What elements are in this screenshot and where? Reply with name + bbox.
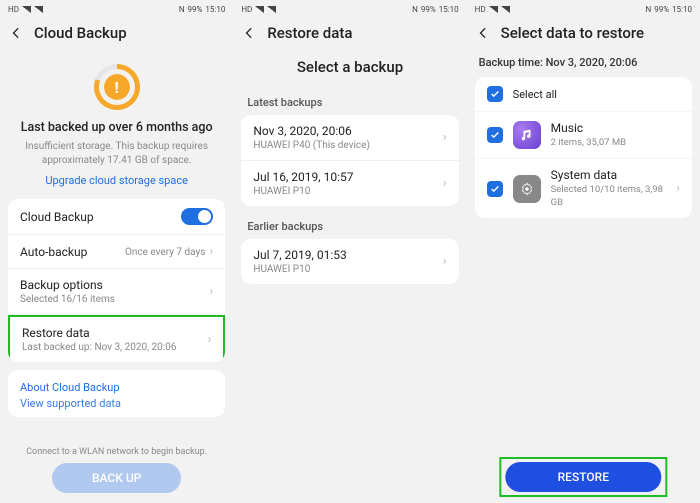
about-card: About Cloud Backup View supported data <box>8 370 225 417</box>
footer: Connect to a WLAN network to begin backu… <box>0 447 233 503</box>
earlier-backups-card: Jul 7, 2019, 01:53 HUAWEI P10 › <box>241 239 458 284</box>
gear-icon <box>513 175 541 203</box>
backup-date: Jul 7, 2019, 01:53 <box>253 248 346 262</box>
checkbox-checked-icon[interactable] <box>487 86 503 102</box>
backup-time-label: Backup time: Nov 3, 2020, 20:06 <box>467 50 700 77</box>
backup-item[interactable]: Jul 7, 2019, 01:53 HUAWEI P10 › <box>241 239 458 284</box>
nfc-icon: N <box>645 5 651 14</box>
backup-button[interactable]: BACK UP <box>52 463 181 493</box>
backup-device: HUAWEI P10 <box>253 186 353 197</box>
data-item-system[interactable]: System data Selected 10/10 items, 3,98 G… <box>475 159 692 218</box>
item-sub: 2 items, 35,07 MB <box>551 137 626 149</box>
music-icon <box>513 121 541 149</box>
back-icon[interactable] <box>10 26 24 40</box>
battery-percent: 99% <box>421 5 436 14</box>
item-name: System data <box>551 168 666 182</box>
signal-icon <box>501 6 510 13</box>
cloud-backup-toggle-row: Cloud Backup <box>8 199 225 235</box>
status-bar: HD N 99% 15:10 <box>233 0 466 18</box>
battery-percent: 99% <box>188 5 203 14</box>
earlier-backups-header: Earlier backups <box>233 214 466 239</box>
signal-icon <box>255 6 264 13</box>
header: Cloud Backup <box>0 18 233 50</box>
screen-select-data: HD N 99% 15:10 Select data to restore Ba… <box>467 0 700 503</box>
item-sub: Selected 10/10 items, 3,98 GB <box>551 184 666 209</box>
latest-backups-header: Latest backups <box>233 90 466 115</box>
chevron-right-icon: › <box>443 130 447 145</box>
hd-indicator: HD <box>241 5 252 14</box>
restore-button-highlight: RESTORE <box>500 457 667 497</box>
backup-date: Nov 3, 2020, 20:06 <box>253 124 370 138</box>
chevron-right-icon: › <box>443 176 447 191</box>
auto-backup-label: Auto-backup <box>20 245 87 259</box>
auto-backup-value: Once every 7 days <box>125 247 205 258</box>
backup-device: HUAWEI P40 (This device) <box>253 140 370 151</box>
battery-percent: 99% <box>654 5 669 14</box>
checkbox-checked-icon[interactable] <box>487 127 503 143</box>
clock: 15:10 <box>672 5 692 14</box>
status-bar: HD N 99% 15:10 <box>0 0 233 18</box>
auto-backup-row[interactable]: Auto-backup Once every 7 days › <box>8 235 225 269</box>
hero-title: Last backed up over 6 months ago <box>14 120 219 135</box>
signal-icon <box>22 6 31 13</box>
about-cloud-backup-link[interactable]: About Cloud Backup <box>20 381 213 394</box>
footer-note: Connect to a WLAN network to begin backu… <box>0 447 233 457</box>
chevron-right-icon: › <box>676 181 680 196</box>
restore-data-label: Restore data <box>22 326 176 340</box>
status-bar: HD N 99% 15:10 <box>467 0 700 18</box>
restore-data-sub: Last backed up: Nov 3, 2020, 20:06 <box>22 342 176 353</box>
restore-data-row[interactable]: Restore data Last backed up: Nov 3, 2020… <box>8 315 225 362</box>
screen-cloud-backup: HD N 99% 15:10 Cloud Backup ! Last backe… <box>0 0 233 503</box>
selection-card: Select all Music 2 items, 35,07 MB Syste… <box>475 77 692 218</box>
item-name: Music <box>551 121 626 135</box>
hd-indicator: HD <box>475 5 486 14</box>
page-title: Cloud Backup <box>34 24 127 42</box>
hd-indicator: HD <box>8 5 19 14</box>
signal-icon <box>489 6 498 13</box>
backup-item[interactable]: Jul 16, 2019, 10:57 HUAWEI P10 › <box>241 161 458 206</box>
signal-icon <box>267 6 276 13</box>
screen-restore-data: HD N 99% 15:10 Restore data Select a bac… <box>233 0 466 503</box>
nfc-icon: N <box>412 5 418 14</box>
header: Restore data <box>233 18 466 50</box>
hero-subtitle: Insufficient storage. This backup requir… <box>14 140 219 168</box>
page-title: Restore data <box>267 24 352 42</box>
chevron-right-icon: › <box>207 332 211 347</box>
backup-options-sub: Selected 16/16 items <box>20 294 115 305</box>
data-item-music[interactable]: Music 2 items, 35,07 MB <box>475 112 692 159</box>
backup-status-hero: ! Last backed up over 6 months ago Insuf… <box>0 50 233 199</box>
cloud-backup-toggle[interactable] <box>181 208 213 225</box>
back-icon[interactable] <box>243 26 257 40</box>
clock: 15:10 <box>439 5 459 14</box>
chevron-right-icon: › <box>209 284 213 299</box>
backup-device: HUAWEI P10 <box>253 264 346 275</box>
chevron-right-icon: › <box>209 244 213 259</box>
signal-icon <box>34 6 43 13</box>
checkbox-checked-icon[interactable] <box>487 181 503 197</box>
clock: 15:10 <box>205 5 225 14</box>
backup-options-row[interactable]: Backup options Selected 16/16 items › <box>8 269 225 315</box>
chevron-right-icon: › <box>443 254 447 269</box>
warning-progress-icon: ! <box>94 64 140 110</box>
settings-card: Cloud Backup Auto-backup Once every 7 da… <box>8 199 225 362</box>
page-title: Select data to restore <box>501 24 644 42</box>
view-supported-data-link[interactable]: View supported data <box>20 397 213 410</box>
backup-item[interactable]: Nov 3, 2020, 20:06 HUAWEI P40 (This devi… <box>241 115 458 161</box>
select-all-row[interactable]: Select all <box>475 77 692 112</box>
back-icon[interactable] <box>477 26 491 40</box>
upgrade-storage-link[interactable]: Upgrade cloud storage space <box>14 174 219 187</box>
cloud-backup-label: Cloud Backup <box>20 210 94 224</box>
select-backup-title: Select a backup <box>233 50 466 90</box>
backup-date: Jul 16, 2019, 10:57 <box>253 170 353 184</box>
nfc-icon: N <box>179 5 185 14</box>
restore-button[interactable]: RESTORE <box>506 462 661 492</box>
backup-options-label: Backup options <box>20 278 115 292</box>
header: Select data to restore <box>467 18 700 50</box>
latest-backups-card: Nov 3, 2020, 20:06 HUAWEI P40 (This devi… <box>241 115 458 206</box>
select-all-label: Select all <box>513 88 557 101</box>
